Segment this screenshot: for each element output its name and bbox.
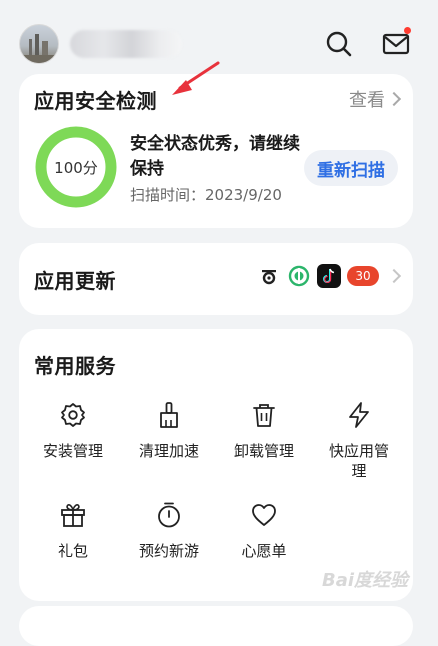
service-label: 卸载管理 [233, 442, 294, 460]
updates-title: 应用更新 [34, 269, 116, 293]
security-title: 应用安全检测 [34, 89, 157, 113]
security-status: 安全状态优秀，请继续保持 [130, 134, 300, 179]
service-label: 快应用管理 [328, 442, 389, 480]
update-app-icons: 30 [257, 264, 402, 288]
app-updates-card[interactable]: 应用更新 30 [19, 243, 413, 315]
notification-dot [404, 27, 411, 34]
bolt-icon [349, 402, 369, 428]
gear-icon [61, 403, 85, 427]
chevron-right-icon [386, 268, 402, 284]
watermark: Bai度经验 [322, 570, 409, 591]
tiktok-icon [317, 264, 341, 288]
search-icon [326, 31, 352, 57]
service-label: 安装管理 [42, 442, 103, 460]
service-label: 清理加速 [138, 442, 199, 460]
gift-icon [61, 504, 85, 527]
scan-time: 扫描时间：2023/9/20 [130, 186, 282, 204]
service-reserve-new-games[interactable]: 预约新游 [121, 501, 217, 561]
chevron-right-icon [386, 91, 402, 107]
service-wishlist[interactable]: 心愿单 [216, 501, 312, 561]
services-title: 常用服务 [34, 354, 116, 378]
security-check-card[interactable]: 应用安全检测 查看 100分 安全状态优秀，请继续保持 扫描时间：2023/9/… [19, 74, 413, 228]
update-count-badge: 30 [347, 266, 379, 286]
rescan-button[interactable]: 重新扫描 [304, 150, 398, 186]
service-label: 礼包 [57, 542, 88, 560]
app-icon-2 [287, 264, 311, 288]
search-button[interactable] [323, 28, 355, 60]
heart-icon [252, 504, 276, 526]
service-gift-pack[interactable]: 礼包 [25, 501, 121, 561]
view-label: 查看 [349, 90, 385, 111]
service-install-manage[interactable]: 安装管理 [25, 401, 121, 461]
view-link[interactable]: 查看 [349, 86, 402, 112]
avatar[interactable] [19, 24, 59, 64]
top-bar [0, 0, 438, 80]
service-label: 心愿单 [241, 542, 287, 560]
service-quick-app-manage[interactable]: 快应用管理 [311, 401, 407, 481]
broom-icon [160, 402, 178, 428]
app-icon-1 [257, 264, 281, 288]
username-blurred [70, 30, 182, 58]
service-label: 预约新游 [138, 542, 199, 560]
common-services-card: 常用服务 安装管理 清理加速 卸载管理 快应用管理 礼包 预约新游 心愿单 [19, 329, 413, 601]
mail-button[interactable] [380, 27, 412, 60]
score-label: 100分 [54, 158, 98, 177]
stopwatch-icon [158, 502, 180, 528]
service-uninstall-manage[interactable]: 卸载管理 [216, 401, 312, 461]
trash-icon [253, 404, 275, 427]
service-clean-speedup[interactable]: 清理加速 [121, 401, 217, 461]
next-card-partial [19, 606, 413, 646]
